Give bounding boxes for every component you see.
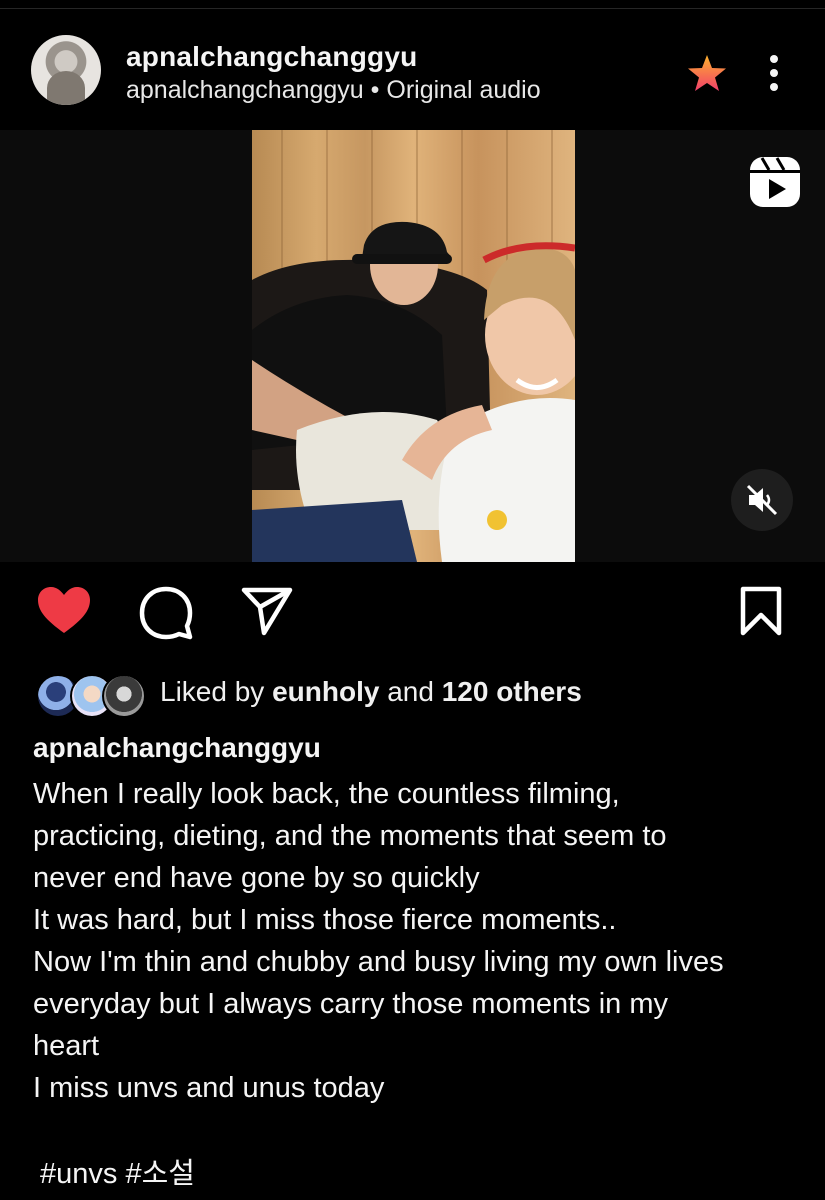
audio-owner[interactable]: apnalchangchanggyu bbox=[126, 76, 364, 104]
likes-prefix: Liked by bbox=[160, 676, 273, 707]
bookmark-icon[interactable] bbox=[738, 585, 784, 637]
caption-line: When I really look back, the countless f… bbox=[33, 778, 620, 810]
video-still bbox=[252, 130, 575, 562]
video-frame bbox=[252, 130, 575, 562]
heart-icon[interactable] bbox=[36, 585, 92, 637]
caption-line: never end have gone by so quickly bbox=[33, 862, 480, 894]
muted-speaker-icon bbox=[746, 484, 778, 516]
caption-line: It was hard, but I miss those fierce mom… bbox=[33, 904, 617, 936]
likes-row[interactable]: Liked by eunholy and 120 others bbox=[0, 668, 825, 720]
star-icon[interactable] bbox=[686, 52, 728, 94]
top-divider bbox=[0, 8, 825, 9]
likes-middle: and bbox=[379, 676, 442, 707]
caption-line: I miss unvs and unus today bbox=[33, 1072, 385, 1104]
caption-line: practicing, dieting, and the moments tha… bbox=[33, 820, 667, 852]
mute-toggle-button[interactable] bbox=[731, 469, 793, 531]
caption-hashtags[interactable]: #unvs #소설 bbox=[40, 1150, 195, 1192]
caption-line: Now I'm thin and chubby and busy living … bbox=[33, 946, 724, 978]
header-username[interactable]: apnalchangchanggyu bbox=[126, 41, 417, 73]
subline-separator: • bbox=[363, 76, 387, 104]
likes-others-count[interactable]: 120 others bbox=[442, 676, 582, 707]
comment-bubble-icon[interactable] bbox=[138, 585, 194, 641]
profile-avatar[interactable] bbox=[31, 35, 101, 105]
audio-label[interactable]: Original audio bbox=[386, 76, 540, 104]
reels-icon[interactable] bbox=[748, 155, 802, 209]
reel-video[interactable] bbox=[0, 130, 825, 562]
paper-plane-icon[interactable] bbox=[240, 585, 294, 637]
header-subline: apnalchangchanggyu • Original audio bbox=[126, 76, 541, 105]
likes-summary[interactable]: Liked by eunholy and 120 others bbox=[160, 676, 582, 708]
caption-line: everyday but I always carry those moment… bbox=[33, 988, 669, 1020]
liker-username[interactable]: eunholy bbox=[272, 676, 379, 707]
caption-line: heart bbox=[33, 1030, 100, 1062]
more-vertical-icon[interactable] bbox=[757, 52, 791, 94]
liker-avatar[interactable] bbox=[102, 674, 146, 718]
post-actions bbox=[0, 585, 825, 645]
caption-username[interactable]: apnalchangchanggyu bbox=[33, 732, 321, 764]
caption-text: When I really look back, the countless f… bbox=[33, 773, 803, 1109]
